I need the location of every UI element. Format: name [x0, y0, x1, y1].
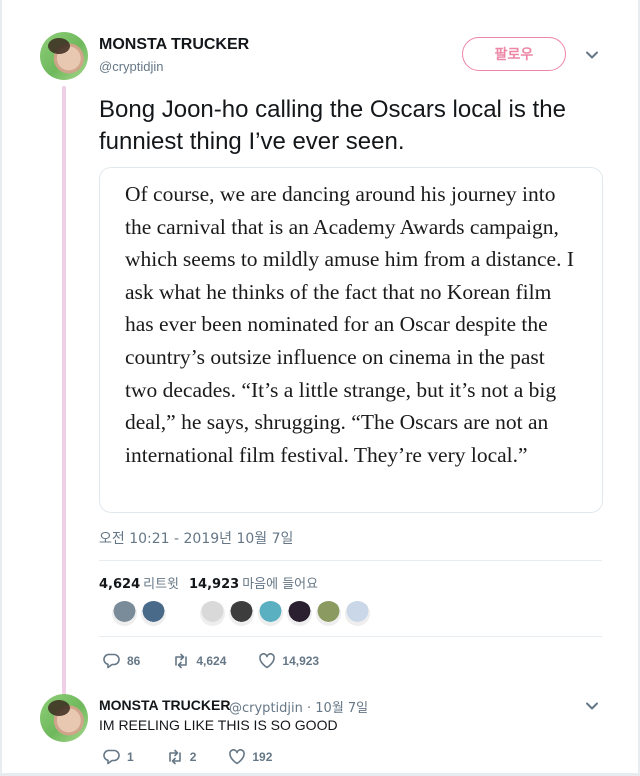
reply-button[interactable]: 1: [103, 748, 134, 766]
reply-author-handle[interactable]: @cryptidjin: [229, 701, 303, 716]
like-button[interactable]: 192: [228, 748, 272, 766]
follow-button[interactable]: 팔로우: [462, 37, 566, 71]
liker-avatar[interactable]: [345, 601, 370, 626]
divider: [99, 560, 602, 561]
liker-avatar[interactable]: [316, 601, 341, 626]
reply-count: 1: [127, 750, 134, 764]
retweets-stat[interactable]: 4,624 리트윗: [99, 573, 179, 592]
like-count: 192: [252, 750, 273, 764]
liker-avatars: [112, 601, 374, 626]
retweet-count: 2: [189, 750, 197, 764]
author-avatar[interactable]: [40, 32, 88, 80]
tweet-stats: 4,624 리트윗 14,923 마음에 들어요: [99, 573, 318, 592]
divider: [99, 636, 602, 637]
liker-avatar[interactable]: [141, 601, 166, 626]
author-handle[interactable]: @cryptidjin: [99, 59, 164, 74]
quoted-text-image[interactable]: Of course, we are dancing around his jou…: [99, 167, 603, 513]
chevron-down-icon[interactable]: [585, 48, 599, 62]
reply-text: IM REELING LIKE THIS IS SO GOOD: [99, 717, 338, 733]
reply-icon: [103, 653, 120, 669]
reply-button[interactable]: 86: [103, 652, 140, 670]
like-button[interactable]: 14,923: [258, 652, 319, 670]
retweet-icon: [175, 653, 188, 669]
likes-label: 마음에 들어요: [242, 577, 319, 592]
retweets-count: 4,624: [99, 577, 141, 592]
liker-avatar[interactable]: [287, 601, 312, 626]
tweet-timestamp[interactable]: 오전 10:21 - 2019년 10월 7일: [99, 528, 293, 548]
likes-stat[interactable]: 14,923 마음에 들어요: [189, 573, 318, 592]
heart-icon: [229, 749, 246, 765]
reply-icon: [103, 749, 120, 765]
tweet-text: Bong Joon-ho calling the Oscars local is…: [99, 96, 566, 155]
reply-author-avatar[interactable]: [40, 694, 88, 742]
tweet-actions: 86 4,624 14,923: [103, 652, 351, 670]
thread-connector-line: [62, 86, 66, 698]
reply-count: 86: [127, 654, 141, 668]
reply-actions: 1 2 192: [103, 748, 304, 766]
author-name[interactable]: MONSTA TRUCKER: [99, 36, 249, 54]
chevron-down-icon[interactable]: [585, 699, 599, 713]
reply-meta: @cryptidjin · 10월 7일: [229, 697, 368, 716]
retweets-label: 리트윗: [143, 577, 180, 592]
heart-icon: [259, 653, 276, 669]
liker-avatar[interactable]: [258, 601, 283, 626]
liker-avatar[interactable]: [229, 601, 254, 626]
retweet-icon: [168, 749, 181, 765]
reply-author-name[interactable]: MONSTA TRUCKER: [99, 697, 230, 713]
retweet-button[interactable]: 2: [166, 748, 197, 766]
liker-avatar[interactable]: [112, 601, 137, 626]
retweet-button[interactable]: 4,624: [172, 652, 226, 670]
quoted-text: Of course, we are dancing around his jou…: [125, 182, 575, 467]
retweet-count: 4,624: [196, 654, 227, 668]
reply-date[interactable]: · 10월 7일: [307, 701, 368, 716]
liker-avatar[interactable]: [200, 601, 225, 626]
likes-count: 14,923: [189, 577, 240, 592]
frame-left-border: [0, 0, 2, 776]
like-count: 14,923: [282, 654, 320, 668]
